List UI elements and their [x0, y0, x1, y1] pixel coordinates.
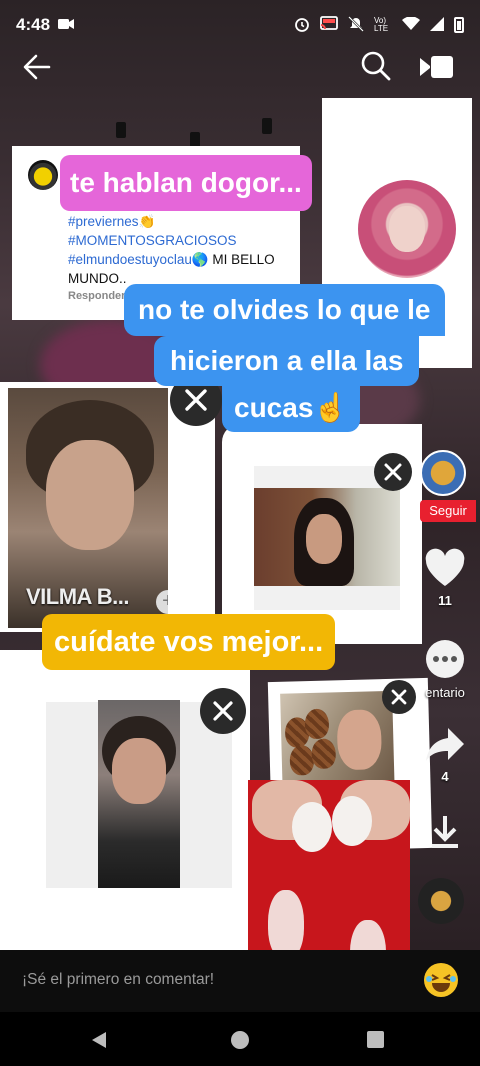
network-label: Vo) LTE [374, 16, 389, 33]
heart-icon [425, 548, 465, 586]
photo-frame-left [46, 702, 98, 888]
comment-hashtags: #previernes👏 #MOMENTOSGRACIOSOS #elmundo… [68, 212, 275, 288]
signal-icon [430, 16, 444, 34]
photo-frame-bottom [254, 586, 400, 610]
pinecone [289, 744, 315, 776]
close-icon [200, 688, 246, 734]
laughing-emoji-icon[interactable] [424, 963, 458, 997]
hashtag-line: #elmundoestuyoclau🌎 MI BELLO [68, 250, 275, 269]
comment-text: MI BELLO [208, 252, 275, 267]
top-bar [0, 46, 480, 90]
download-icon [432, 816, 458, 848]
nav-recents-icon[interactable] [367, 1031, 384, 1048]
comment-button[interactable]: entario [410, 638, 480, 700]
plus-icon: + [156, 590, 168, 614]
share-button[interactable]: 4 [410, 724, 480, 784]
girl-photo [254, 488, 400, 586]
ceiling-lamp [116, 122, 126, 138]
caption-blue-line1: no te olvides lo que le [124, 284, 445, 336]
caption-pink: te hablan dogor... [60, 155, 312, 211]
caption-blue-line2: hicieron a ella las [154, 336, 420, 386]
search-button[interactable] [360, 50, 392, 82]
hashtag-line[interactable]: #previernes👏 [68, 212, 275, 231]
comment-dots-icon [426, 640, 464, 678]
girl-face [306, 514, 342, 564]
comments-label: entario [425, 685, 465, 700]
caption-blue-line3: cucas☝️ [222, 384, 361, 432]
commenter-avatar [28, 160, 58, 190]
egg [332, 796, 372, 846]
search-icon [361, 51, 391, 81]
system-nav-bar [0, 1012, 480, 1066]
likes-count: 11 [438, 593, 452, 608]
close-icon [374, 453, 412, 491]
arrow-left-icon [23, 54, 51, 80]
alarm-icon [294, 16, 310, 35]
video-recording-icon [58, 18, 75, 33]
back-button[interactable] [20, 50, 54, 84]
battery-icon [454, 17, 464, 33]
creator-avatar[interactable] [420, 450, 466, 496]
comment-bar: ¡Sé el primero en comentar! [0, 950, 480, 1012]
pinecone [311, 738, 337, 769]
wifi-icon [402, 15, 420, 34]
status-bar: 4:48 Vo) LTE [0, 0, 480, 50]
ceiling-lamp [262, 118, 272, 134]
status-icons: Vo) LTE [294, 15, 464, 35]
mute-icon [348, 15, 364, 35]
caption-yellow: cuídate vos mejor... [42, 614, 336, 670]
download-button[interactable] [410, 812, 480, 857]
pinecone-photo [280, 690, 395, 784]
hashtag-line[interactable]: #MOMENTOSGRACIOSOS [68, 231, 275, 250]
lady-photo [98, 700, 180, 888]
pinecone [304, 708, 330, 740]
cast-icon [320, 16, 338, 34]
like-button[interactable]: 11 [410, 548, 480, 608]
hashtag-link[interactable]: #elmundoestuyoclau🌎 [68, 252, 209, 267]
share-arrow-icon [426, 728, 464, 761]
egg [292, 802, 332, 852]
nav-back-icon[interactable] [92, 1032, 106, 1048]
video-camera-icon [420, 56, 453, 78]
reply-link[interactable]: Responder [68, 290, 125, 302]
music-disc[interactable] [418, 878, 464, 924]
vilma-photo: VILMA B... + [8, 388, 168, 628]
follow-button[interactable]: Seguir [420, 500, 476, 522]
lady-face [112, 738, 166, 804]
camera-button[interactable] [418, 52, 456, 82]
profile-avatar [358, 180, 456, 278]
profile-face [389, 206, 425, 252]
status-time: 4:48 [16, 15, 51, 34]
shares-count: 4 [441, 769, 449, 784]
comment-input[interactable]: ¡Sé el primero en comentar! [22, 971, 214, 989]
nav-home-icon[interactable] [231, 1031, 249, 1049]
vilma-name-label: VILMA B... [26, 584, 129, 609]
vilma-face [46, 440, 134, 550]
woman-face [336, 709, 383, 771]
